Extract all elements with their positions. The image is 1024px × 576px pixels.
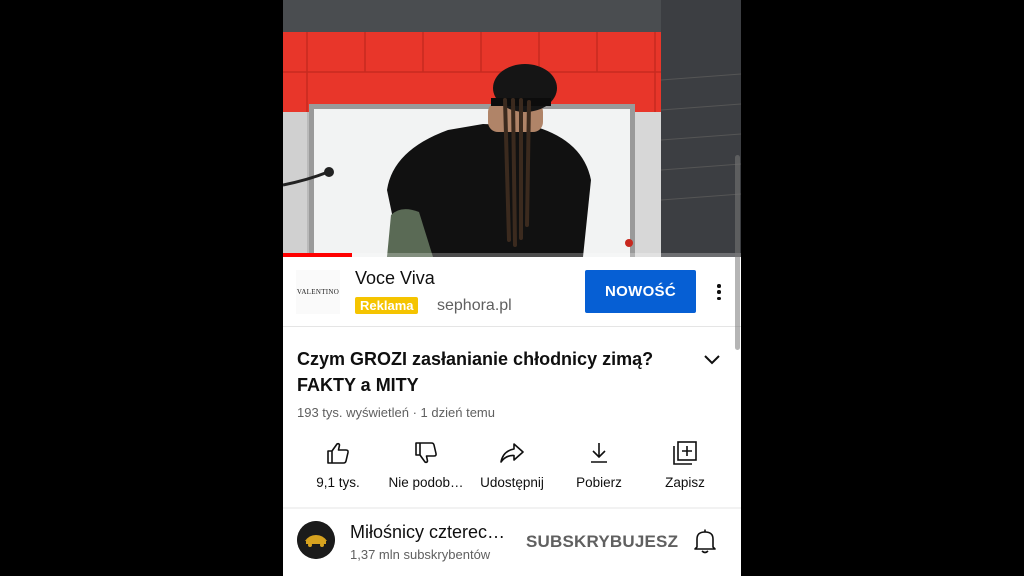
chevron-down-icon[interactable] — [703, 354, 721, 366]
channel-name[interactable]: Miłośnicy czterec… — [350, 522, 520, 543]
dislike-button[interactable]: Nie podob… — [381, 437, 471, 499]
ad-banner[interactable]: VALENTINO Voce Viva Reklama sephora.pl N… — [283, 257, 741, 327]
channel-avatar[interactable] — [297, 521, 335, 559]
video-player[interactable] — [283, 0, 741, 257]
like-count: 9,1 tys. — [316, 475, 360, 490]
save-playlist-icon — [673, 441, 697, 465]
action-bar: 9,1 tys. Nie podob… Udostępnij Pobierz Z… — [283, 437, 741, 499]
channel-row[interactable]: Miłośnicy czterec… 1,37 mln subskrybentó… — [283, 510, 741, 576]
scrollbar[interactable] — [735, 155, 740, 350]
download-button[interactable]: Pobierz — [554, 437, 644, 499]
advertiser-logo-text: VALENTINO — [296, 288, 340, 296]
ad-domain[interactable]: sephora.pl — [437, 297, 512, 315]
advertiser-logo: VALENTINO — [296, 270, 340, 314]
video-frame — [283, 0, 741, 257]
subscribed-button[interactable]: SUBSKRYBUJESZ — [526, 532, 678, 552]
ad-title[interactable]: Voce Viva — [355, 268, 435, 289]
ad-cta-button[interactable]: NOWOŚĆ — [585, 270, 696, 313]
video-meta: 193 tys. wyświetleń · 1 dzień temu — [297, 405, 495, 420]
channel-logo-icon — [297, 521, 335, 559]
dislike-label: Nie podob… — [388, 475, 464, 490]
more-options-icon[interactable] — [711, 281, 727, 303]
mobile-youtube-screen: VALENTINO Voce Viva Reklama sephora.pl N… — [283, 0, 741, 576]
save-label: Zapisz — [665, 475, 705, 490]
share-button[interactable]: Udostępnij — [467, 437, 557, 499]
thumbs-down-icon — [415, 442, 437, 464]
divider — [283, 507, 741, 509]
download-label: Pobierz — [576, 475, 622, 490]
share-label: Udostępnij — [480, 475, 544, 490]
share-icon — [500, 443, 524, 463]
bell-icon[interactable] — [693, 528, 717, 554]
ad-badge: Reklama — [355, 297, 419, 314]
like-button[interactable]: 9,1 tys. — [293, 437, 383, 499]
save-button[interactable]: Zapisz — [640, 437, 730, 499]
subscriber-count: 1,37 mln subskrybentów — [350, 547, 491, 562]
download-icon — [591, 443, 607, 463]
thumbs-up-icon — [327, 442, 349, 464]
video-title[interactable]: Czym GROZI zasłanianie chłodnicy zimą? F… — [297, 346, 692, 398]
